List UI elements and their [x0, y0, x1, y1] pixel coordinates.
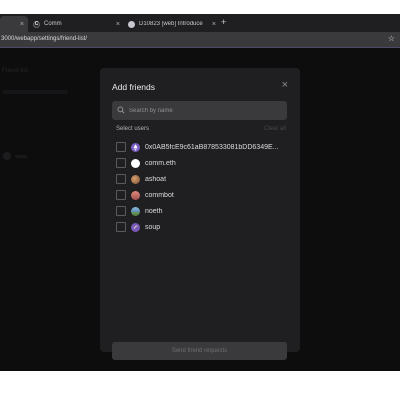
comm-favicon-icon: C	[33, 20, 40, 28]
add-friends-modal: Add friends × Select users Clear all 0x0…	[100, 68, 300, 360]
user-name: comm.eth	[145, 159, 176, 167]
tab-comm-label: Comm	[44, 21, 62, 27]
ashoat-avatar-icon	[131, 174, 140, 184]
new-tab-button[interactable]: +	[221, 17, 226, 27]
search-icon	[117, 106, 125, 114]
noeth-avatar-icon	[131, 206, 140, 216]
close-icon[interactable]: ×	[282, 79, 288, 91]
user-checkbox[interactable]	[116, 158, 126, 168]
soup-avatar-icon	[131, 222, 140, 232]
address-bar[interactable]: 3000/webapp/settings/friend-list/ ☆	[0, 32, 400, 48]
select-users-label: Select users	[116, 126, 150, 132]
tab-phabricator[interactable]: D10823 [web] Introduce ×	[124, 16, 220, 32]
tab-close-icon[interactable]: ×	[116, 21, 120, 28]
user-row[interactable]: noeth	[116, 203, 288, 219]
bg-text-placeholder	[15, 155, 27, 158]
tab-phabricator-label: D10823 [web] Introduce	[139, 21, 203, 27]
user-name: soup	[145, 223, 161, 231]
send-friend-requests-button[interactable]: Send friend requests	[112, 342, 287, 360]
user-row[interactable]: 0x0AB5fcE9c61aB878533081bDD6349E...	[116, 139, 288, 155]
modal-title: Add friends	[112, 82, 155, 92]
user-checkbox[interactable]	[116, 190, 126, 200]
bookmark-star-icon[interactable]: ☆	[388, 34, 395, 43]
tab-current[interactable]: ×	[0, 16, 28, 32]
ethereum-avatar-icon	[131, 142, 140, 152]
user-checkbox[interactable]	[116, 142, 126, 152]
tab-close-icon[interactable]: ×	[20, 21, 24, 28]
user-name: noeth	[145, 207, 163, 215]
user-row[interactable]: soup	[116, 219, 288, 235]
user-row[interactable]: commbot	[116, 187, 288, 203]
user-row[interactable]: ashoat	[116, 171, 288, 187]
user-name: 0x0AB5fcE9c61aB878533081bDD6349E...	[145, 143, 279, 151]
user-checkbox[interactable]	[116, 206, 126, 216]
page-heading: Friend list	[2, 68, 29, 74]
user-name: commbot	[145, 191, 174, 199]
user-row[interactable]: comm.eth	[116, 155, 288, 171]
user-list: 0x0AB5fcE9c61aB878533081bDD6349E... comm…	[116, 139, 288, 235]
tab-comm[interactable]: C Comm ×	[29, 16, 124, 32]
user-name: ashoat	[145, 175, 167, 183]
white-circle-avatar-icon	[131, 158, 140, 168]
browser-window: × C Comm × D10823 [web] Introduce × + 30…	[0, 14, 400, 371]
bg-avatar-placeholder	[3, 152, 11, 160]
tab-close-icon[interactable]: ×	[212, 21, 216, 28]
commbot-avatar-icon	[131, 190, 140, 200]
search-input[interactable]	[129, 101, 279, 120]
search-field[interactable]	[112, 101, 287, 120]
user-checkbox[interactable]	[116, 174, 126, 184]
clear-all-button[interactable]: Clear all	[264, 126, 286, 132]
tab-strip: × C Comm × D10823 [web] Introduce × +	[0, 14, 400, 32]
user-checkbox[interactable]	[116, 222, 126, 232]
bg-placeholder-bar	[2, 90, 68, 94]
url-text[interactable]: 3000/webapp/settings/friend-list/	[1, 36, 87, 42]
phabricator-favicon-icon	[128, 20, 135, 28]
